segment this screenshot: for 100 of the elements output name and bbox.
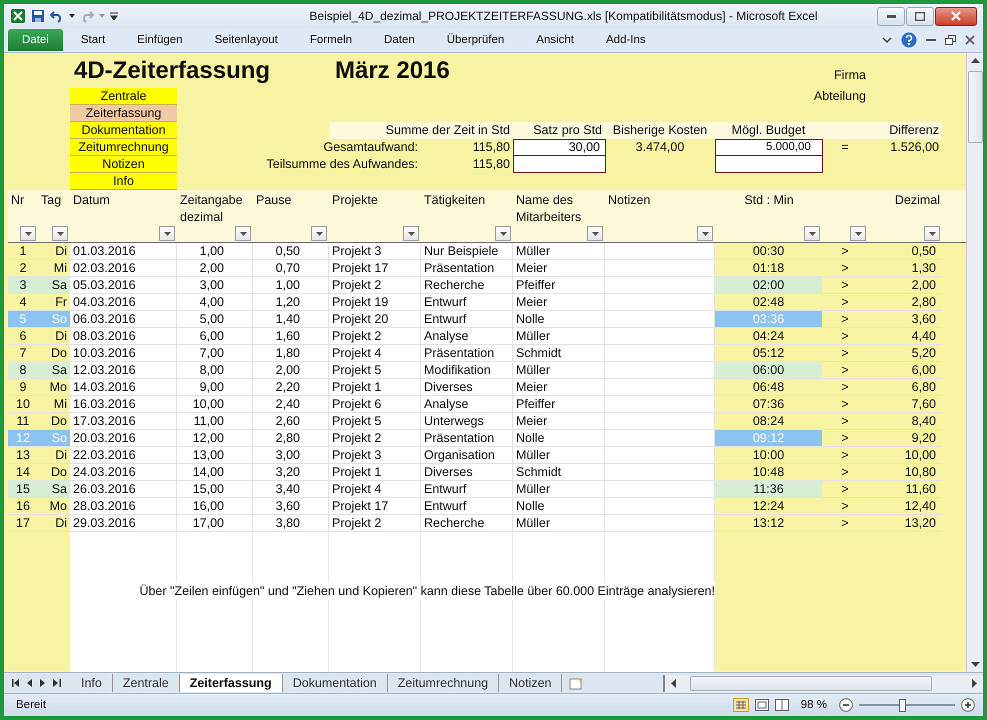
ribbon-tab[interactable]: Add-Ins	[590, 34, 662, 46]
caret-icon[interactable]	[882, 36, 892, 44]
scroll-up-icon[interactable]	[970, 58, 980, 63]
ribbon-tab[interactable]: Einfügen	[121, 34, 199, 46]
table-cell: 2,00	[253, 362, 329, 379]
table-cell: 15	[8, 481, 38, 498]
filter-button[interactable]	[311, 226, 327, 241]
zoom-level[interactable]: 98 %	[800, 699, 827, 711]
input-field[interactable]: 30,00	[513, 139, 606, 156]
table-cell: 2	[8, 260, 38, 277]
filter-button[interactable]	[495, 226, 511, 241]
horizontal-scrollbar[interactable]	[663, 674, 983, 692]
table-cell: Meier	[513, 294, 605, 311]
slider-thumb[interactable]	[899, 698, 906, 712]
table-cell: 13,20	[868, 515, 942, 532]
scroll-down-icon[interactable]	[970, 662, 980, 667]
column-header: Std : Min	[743, 192, 795, 209]
minimize-icon[interactable]	[926, 38, 936, 42]
spreadsheet-app-icon[interactable]	[10, 8, 26, 24]
input-field[interactable]	[715, 156, 823, 173]
close-icon[interactable]	[965, 35, 975, 45]
customize-caret-icon[interactable]	[110, 12, 118, 20]
table-cell: Di	[38, 328, 70, 345]
status-text: Bereit	[15, 699, 46, 711]
filter-button[interactable]	[20, 226, 36, 241]
sheet-tab[interactable]: Info	[71, 674, 113, 692]
restore-icon[interactable]	[945, 34, 956, 46]
scroll-left-icon[interactable]	[671, 678, 676, 688]
table-cell: Projekt 17	[329, 260, 421, 277]
filter-button[interactable]	[159, 226, 175, 241]
maximize-button[interactable]	[906, 6, 934, 26]
table-cell: 9,00	[177, 379, 253, 396]
help-icon[interactable]	[901, 32, 917, 48]
first-sheet-icon[interactable]	[12, 679, 20, 687]
filter-button[interactable]	[850, 226, 866, 241]
table-cell: 5,20	[868, 345, 942, 362]
ribbon-tab[interactable]: Überprüfen	[430, 34, 520, 46]
scrollbar-thumb[interactable]	[690, 676, 932, 690]
ribbon-tab[interactable]: Seitenlayout	[198, 34, 294, 46]
table-cell: 13,00	[177, 447, 253, 464]
nav-button[interactable]: Dokumentation	[70, 122, 177, 139]
undo-icon[interactable]	[50, 9, 64, 23]
zoom-out-icon[interactable]	[839, 698, 853, 712]
table-cell: Analyse	[421, 328, 513, 345]
insert-sheet-icon[interactable]	[568, 676, 584, 690]
filter-button[interactable]	[924, 226, 940, 241]
table-cell: 28.03.2016	[70, 498, 177, 515]
minimize-button[interactable]	[877, 6, 905, 26]
sheet-tab[interactable]: Zeiterfassung	[180, 674, 283, 692]
sheet-tab[interactable]: Dokumentation	[282, 674, 388, 692]
caret-icon	[316, 232, 322, 236]
close-icon	[951, 11, 961, 21]
page-break-icon[interactable]	[774, 699, 789, 711]
table-cell: 06:48	[715, 379, 822, 396]
nav-button[interactable]: Info	[70, 173, 177, 190]
previous-sheet-icon[interactable]	[27, 679, 33, 687]
filter-button[interactable]	[587, 226, 603, 241]
filter-button[interactable]	[403, 226, 419, 241]
caret-icon[interactable]	[69, 14, 75, 18]
table-cell: So	[38, 430, 70, 447]
input-field[interactable]	[513, 156, 606, 173]
table-cell: 1,40	[253, 311, 329, 328]
table-cell: Präsentation	[421, 430, 513, 447]
sheet-tab[interactable]: Notizen	[499, 674, 562, 692]
table-cell: 16	[8, 498, 38, 515]
filter-button[interactable]	[804, 226, 820, 241]
ribbon-tab[interactable]: Ansicht	[520, 34, 590, 46]
input-field[interactable]: 5.000,00	[715, 139, 823, 156]
filter-button[interactable]	[52, 226, 68, 241]
normal-view-icon[interactable]	[732, 698, 749, 712]
table-cell: 07:36	[715, 396, 822, 413]
scroll-right-icon[interactable]	[972, 678, 977, 688]
filter-button[interactable]	[235, 226, 251, 241]
filter-button[interactable]	[697, 226, 713, 241]
nav-button[interactable]: Zeiterfassung	[70, 105, 177, 122]
ribbon-tab[interactable]: Start	[64, 34, 122, 46]
scrollbar-thumb[interactable]	[968, 71, 982, 143]
table-cell: 0,50	[253, 243, 329, 260]
table-cell: Mo	[38, 379, 70, 396]
ribbon-tab[interactable]: Daten	[368, 34, 431, 46]
table-cell: Analyse	[421, 396, 513, 413]
next-sheet-icon[interactable]	[40, 679, 46, 687]
page-layout-icon[interactable]	[754, 699, 769, 711]
sheet-tab[interactable]: Zeitumrechnung	[388, 674, 500, 692]
table-cell: Mo	[38, 498, 70, 515]
table-cell: Präsentation	[421, 345, 513, 362]
table-cell: 6,00	[868, 362, 942, 379]
ribbon-tab[interactable]: Formeln	[294, 34, 368, 46]
close-button[interactable]	[935, 6, 977, 26]
last-sheet-icon[interactable]	[53, 679, 61, 687]
nav-button[interactable]: Notizen	[70, 156, 177, 173]
table-cell: 10,80	[868, 464, 942, 481]
nav-button[interactable]: Zeitumrechnung	[70, 139, 177, 156]
table-cell: 06.03.2016	[70, 311, 177, 328]
table-cell: Projekt 4	[329, 481, 421, 498]
vertical-scrollbar[interactable]	[966, 53, 983, 672]
nav-button[interactable]: Zentrale	[70, 88, 177, 105]
save-icon[interactable]	[31, 9, 45, 23]
zoom-in-icon[interactable]	[961, 698, 975, 712]
table-cell: 11	[8, 413, 38, 430]
